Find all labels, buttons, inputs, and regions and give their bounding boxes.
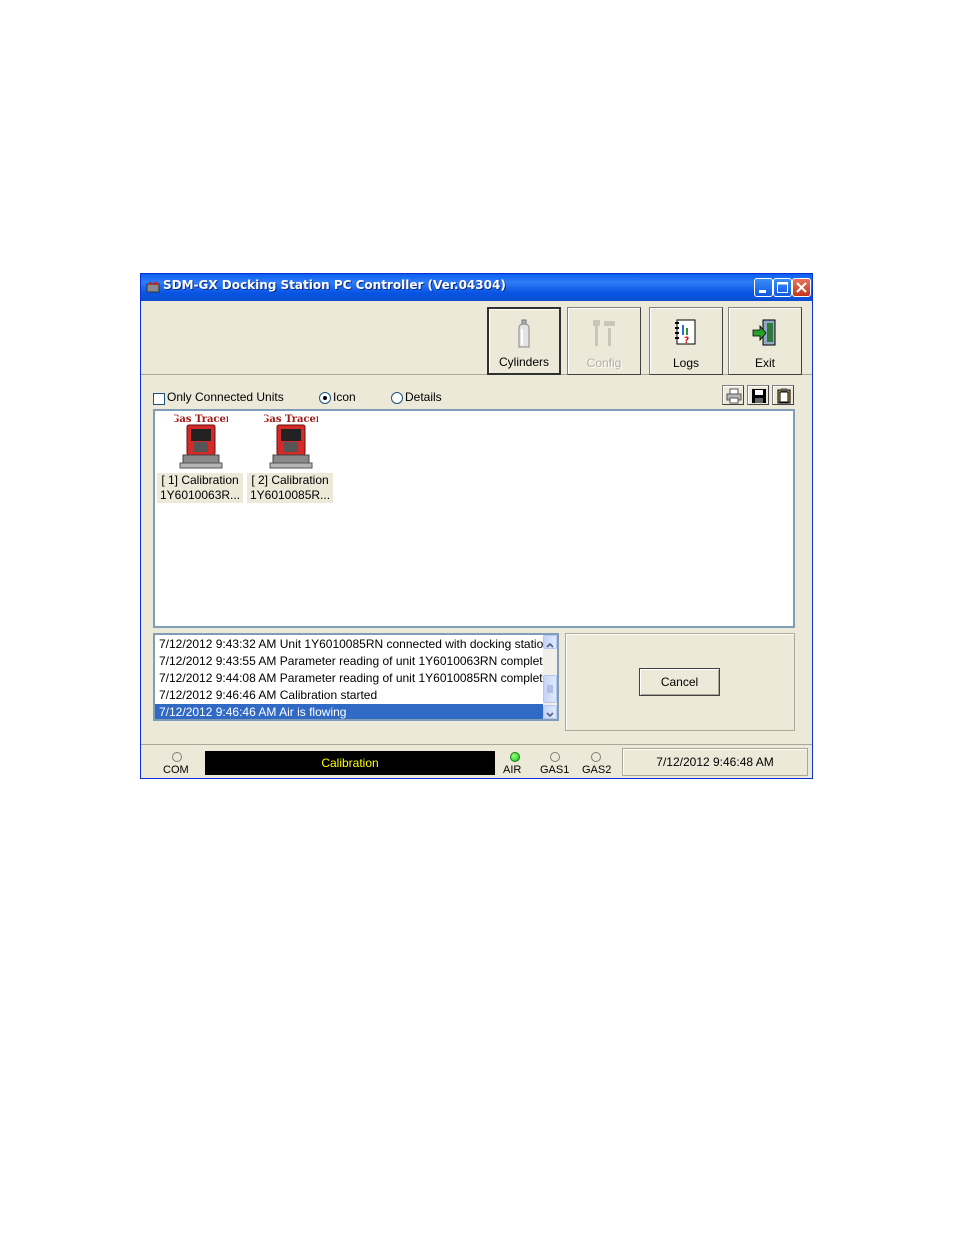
status-bar: COM Calibration AIR GAS1 GAS2 7/12/2012 … (141, 744, 812, 779)
scroll-down-button[interactable] (543, 705, 557, 719)
print-icon (726, 388, 742, 404)
air-label: AIR (503, 764, 522, 776)
gas-detector-icon: Gas Tracer (174, 414, 228, 469)
grip-icon (547, 685, 553, 693)
unit-list[interactable]: Gas Tracer [ 1] Calibration 1Y6010063R..… (153, 409, 795, 628)
gas1-label: GAS1 (540, 764, 570, 776)
close-button[interactable] (792, 278, 811, 297)
cancel-button[interactable]: Cancel (639, 668, 720, 696)
print-button[interactable] (722, 385, 744, 405)
save-button[interactable] (747, 385, 769, 405)
log-scrollbar[interactable] (543, 635, 557, 719)
action-panel: Cancel (565, 633, 795, 731)
view-details-radio[interactable] (391, 392, 403, 404)
exit-door-icon (752, 319, 776, 346)
clock-display: 7/12/2012 9:46:48 AM (622, 748, 808, 776)
minimize-icon (759, 290, 766, 293)
log-entry-selected[interactable]: 7/12/2012 9:46:46 AM Air is flowing (155, 704, 543, 719)
gas2-indicator (591, 752, 601, 762)
com-label: COM (163, 764, 189, 776)
com-indicator (172, 752, 182, 762)
logbook-icon: ? (675, 319, 696, 346)
title-bar[interactable]: SDM-GX Docking Station PC Controller (Ve… (141, 274, 812, 301)
only-connected-label: Only Connected Units (167, 390, 284, 404)
window-title: SDM-GX Docking Station PC Controller (Ve… (163, 278, 506, 292)
unit-caption: [ 1] Calibration 1Y6010063R... (157, 473, 243, 503)
config-label: Config (586, 356, 622, 370)
view-icon-label: Icon (333, 390, 356, 404)
status-display: Calibration (205, 751, 495, 775)
log-entry[interactable]: 7/12/2012 9:43:55 AM Parameter reading o… (159, 653, 543, 669)
unit-status: [ 1] Calibration (161, 473, 239, 487)
log-entry[interactable]: 7/12/2012 9:44:08 AM Parameter reading o… (159, 670, 543, 686)
event-log[interactable]: 7/12/2012 9:43:32 AM Unit 1Y6010085RN co… (153, 633, 559, 721)
view-details-label: Details (405, 390, 442, 404)
gas2-label: GAS2 (582, 764, 612, 776)
gas1-indicator (550, 752, 560, 762)
logs-label: Logs (672, 356, 700, 370)
minimize-button[interactable] (754, 278, 773, 297)
log-entry[interactable]: 7/12/2012 9:46:46 AM Calibration started (159, 687, 543, 703)
chevron-up-icon (546, 642, 554, 648)
air-indicator (510, 752, 520, 762)
unit-serial: 1Y6010063R... (159, 488, 241, 502)
exit-label: Exit (754, 356, 775, 370)
exit-button[interactable]: Exit (728, 307, 802, 375)
unit-serial: 1Y6010085R... (249, 488, 331, 502)
tools-icon (593, 320, 615, 346)
close-icon (796, 282, 807, 293)
clipboard-button[interactable] (772, 385, 794, 405)
chevron-down-icon (546, 712, 554, 718)
scroll-up-button[interactable] (543, 635, 557, 649)
radio-selected-dot (323, 396, 327, 400)
unit-brand: Gas Tracer (174, 414, 228, 425)
maximize-icon (777, 282, 788, 293)
save-icon (752, 389, 766, 403)
only-connected-checkbox[interactable] (153, 393, 165, 405)
app-window: SDM-GX Docking Station PC Controller (Ve… (140, 273, 813, 779)
app-icon (146, 282, 160, 293)
unit-brand: Gas Tracer (264, 414, 318, 425)
scroll-thumb[interactable] (543, 675, 557, 703)
cylinder-icon (518, 319, 530, 348)
svg-text:?: ? (684, 336, 689, 346)
log-entry[interactable]: 7/12/2012 9:43:32 AM Unit 1Y6010085RN co… (159, 636, 543, 652)
gas-detector-icon: Gas Tracer (264, 414, 318, 469)
unit-status: [ 2] Calibration (251, 473, 329, 487)
cylinders-button[interactable]: Cylinders (487, 307, 561, 375)
config-button[interactable]: Config (567, 307, 641, 375)
cylinders-label: Cylinders (498, 355, 549, 369)
clipboard-icon (777, 388, 791, 404)
unit-caption: [ 2] Calibration 1Y6010085R... (247, 473, 333, 503)
maximize-button[interactable] (773, 278, 792, 297)
toolbar: Cylinders Config ? Logs Exit (141, 301, 812, 375)
view-icon-radio[interactable] (319, 392, 331, 404)
logs-button[interactable]: ? Logs (649, 307, 723, 375)
